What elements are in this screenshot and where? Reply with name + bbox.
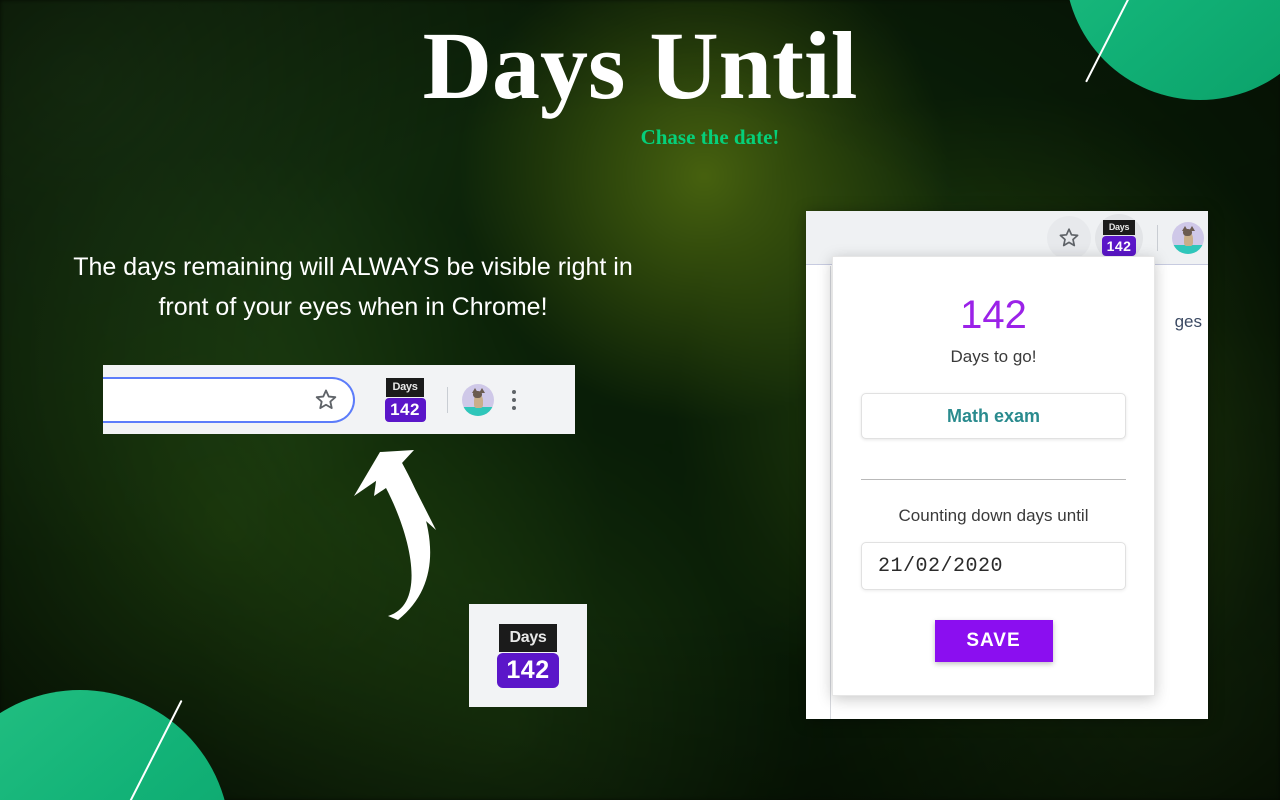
omnibox-address-bar[interactable] <box>103 376 355 423</box>
star-icon[interactable] <box>313 387 339 413</box>
chrome-toolbar-mock: Days 142 <box>103 365 575 434</box>
avatar-cat-ear-right <box>1189 225 1195 231</box>
menu-dot <box>512 389 516 394</box>
avatar-cat-ear-left <box>472 387 478 393</box>
popup-divider <box>861 479 1126 480</box>
menu-dot <box>512 405 516 410</box>
cat-avatar-icon[interactable] <box>1172 221 1204 254</box>
avatar-water-shape <box>462 406 494 416</box>
event-name-button[interactable]: Math exam <box>861 393 1126 439</box>
three-dot-menu-icon[interactable] <box>512 389 516 410</box>
extension-badge-label: Days <box>499 623 557 652</box>
cat-avatar-icon[interactable] <box>462 383 494 416</box>
page-title: Days Until <box>422 12 858 119</box>
extension-popup: 142 Days to go! Math exam Counting down … <box>832 256 1155 696</box>
extension-badge-count: 142 <box>497 652 559 688</box>
promo-banner: Days Until Chase the date! The days rema… <box>0 0 1280 800</box>
extension-badge-zoom-card: Days 142 <box>469 604 587 707</box>
star-icon <box>1059 227 1079 246</box>
extension-badge-label: Days <box>386 377 424 397</box>
curved-up-arrow-icon <box>354 450 436 620</box>
page-subtitle: Chase the date! <box>640 125 780 149</box>
avatar-cat-ear-right <box>479 387 485 393</box>
feature-description: The days remaining will ALWAYS be visibl… <box>73 253 633 321</box>
page-text-fragment: ges <box>1174 312 1202 331</box>
toolbar-divider <box>447 386 448 413</box>
days-remaining-label: Days to go! <box>950 347 1037 366</box>
extension-badge-toolbar[interactable]: Days 142 <box>377 372 433 428</box>
extension-badge-count: 142 <box>384 397 426 422</box>
browser-window-mock: Days 142 ges 142 Days to go! Math exam C… <box>806 211 1208 719</box>
extension-badge-count: 142 <box>1102 235 1136 256</box>
avatar-water-shape <box>1172 244 1204 254</box>
bookmark-star-button[interactable] <box>1047 215 1091 260</box>
avatar-cat-ear-left <box>1182 225 1188 231</box>
date-field-label: Counting down days until <box>898 506 1089 525</box>
menu-dot <box>512 397 516 402</box>
page-content-edge <box>830 266 831 719</box>
save-button[interactable]: SAVE <box>934 620 1053 662</box>
toolbar-divider <box>1157 224 1158 251</box>
target-date-input[interactable] <box>861 542 1126 590</box>
days-remaining-count: 142 <box>960 293 1027 337</box>
extension-badge-label: Days <box>1103 219 1135 235</box>
extension-badge-browser[interactable]: Days 142 <box>1095 213 1143 262</box>
